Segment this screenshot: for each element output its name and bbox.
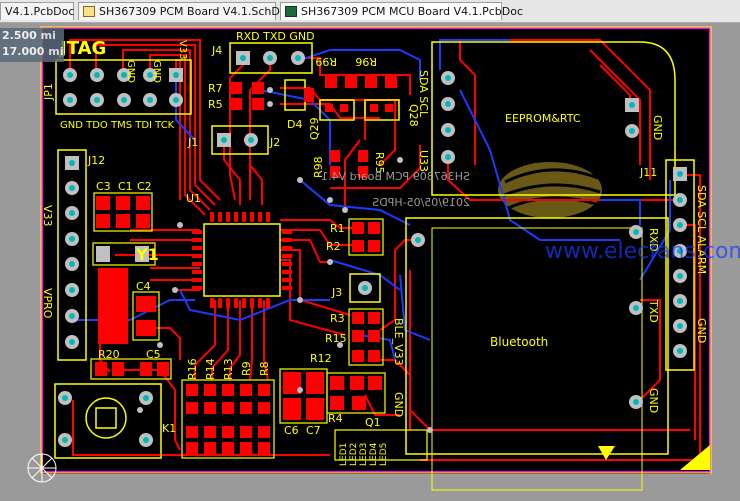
tab-label: V4.1.PcbDoc xyxy=(5,5,75,18)
j11-label: J11 xyxy=(639,166,657,179)
sda-scl-label: SDA SCL xyxy=(417,70,430,118)
r99-label: R99 xyxy=(315,55,337,68)
c2-label: C2 xyxy=(137,180,152,193)
jtag-label: JTAG xyxy=(58,38,106,59)
tab-label: SH367309 PCM MCU Board V4.1.PcbDoc xyxy=(301,5,524,18)
r3-label: R3 xyxy=(330,312,345,325)
c5-label: C5 xyxy=(146,348,161,361)
j4-pins[interactable] xyxy=(236,51,305,65)
led5-label: LED5 xyxy=(379,443,389,466)
pcb-canvas[interactable]: JTAG JP1 GND GND V33 GND TDO TMS TDI TCK… xyxy=(0,22,740,501)
j3-label: J3 xyxy=(331,286,342,299)
tab-pcb-doc-partial[interactable]: V4.1.PcbDoc xyxy=(0,2,74,20)
eeprom-rtc-label: EEPROM&RTC xyxy=(505,112,581,125)
r13-label: R13 xyxy=(222,358,235,380)
eeprom-gnd-label: GND xyxy=(651,115,664,140)
r16-label: R16 xyxy=(186,358,199,380)
r2-label: R2 xyxy=(326,240,341,253)
board-name-silk: SH367309 PCM Board V4.1 xyxy=(321,170,470,183)
tab-label: SH367309 PCM Board V4.1.SchDoc xyxy=(99,5,293,18)
bt-gnd-label: GND xyxy=(647,388,660,413)
watermark-text: www.elecfans.com xyxy=(545,239,740,264)
u33-label: U33 xyxy=(417,150,430,172)
c4-label: C4 xyxy=(136,280,151,293)
jtag-pin-labels: GND TDO TMS TDI TCK xyxy=(60,120,175,131)
c3-label: C3 xyxy=(96,180,111,193)
tab-mcu-pcb-doc[interactable]: SH367309 PCM MCU Board V4.1.PcbDoc xyxy=(280,2,523,20)
c7-label: C7 xyxy=(306,424,321,437)
u1-label: U1 xyxy=(186,192,201,205)
rxd-txd-gnd-label: RXD TXD GND xyxy=(236,30,315,43)
d4-label: D4 xyxy=(287,118,302,131)
led4-label: LED4 xyxy=(369,442,379,466)
r96-label: R96 xyxy=(355,55,377,68)
r7-label: R7 xyxy=(208,82,223,95)
j11-gnd-label: GND xyxy=(695,318,708,343)
j2-label: J2 xyxy=(269,136,280,149)
jtag-gnd-top1: GND xyxy=(125,60,136,83)
origin-marker xyxy=(27,453,57,483)
vpro-label: VPRO xyxy=(41,288,54,319)
jp1-label: JP1 xyxy=(42,83,55,101)
r8-label: R8 xyxy=(258,361,271,376)
led3-label: LED3 xyxy=(359,443,369,466)
y1-pad xyxy=(96,246,110,262)
k1-label: K1 xyxy=(162,422,176,435)
q1-gnd-label: GND xyxy=(392,392,405,417)
bluetooth-label: Bluetooth xyxy=(490,335,548,349)
tab-schematic-doc[interactable]: SH367309 PCM Board V4.1.SchDoc xyxy=(78,2,293,20)
led2-label: LED2 xyxy=(349,443,359,466)
y1-label: Y1 xyxy=(135,245,159,264)
txd-label: TXD xyxy=(647,299,660,323)
document-tab-bar: V4.1.PcbDoc SH367309 PCM Board V4.1.SchD… xyxy=(0,0,740,23)
cursor-y: 17.000 mi xyxy=(2,45,64,58)
cursor-x: 2.500 mi xyxy=(2,29,56,42)
ble-v33-label: BLE_V33 xyxy=(392,318,405,366)
v33-left-label: V33 xyxy=(41,205,54,227)
led1-label: LED1 xyxy=(339,443,349,466)
jtag-gnd-top2: GND xyxy=(151,60,162,83)
pcb-doc-icon xyxy=(285,6,297,17)
j1-label: J1 xyxy=(187,136,198,149)
jtag-v33-label: V33 xyxy=(177,40,188,60)
j12-label: J12 xyxy=(87,154,105,167)
r15-label: R15 xyxy=(325,332,347,345)
c1-label: C1 xyxy=(118,180,133,193)
q29-label: Q29 xyxy=(308,117,321,140)
sch-doc-icon xyxy=(83,6,95,17)
j4-label: J4 xyxy=(211,44,222,57)
r1-label: R1 xyxy=(330,222,345,235)
r4-label: R4 xyxy=(328,412,343,425)
r5-label: R5 xyxy=(208,98,223,111)
r12-label: R12 xyxy=(310,352,332,365)
r9-label: R9 xyxy=(240,361,253,376)
r14-label: R14 xyxy=(204,358,217,380)
q1-label: Q1 xyxy=(365,416,381,429)
c6-label: C6 xyxy=(284,424,299,437)
r20-label: R20 xyxy=(98,348,120,361)
board-date-silk: 2019/05/05-HPDS xyxy=(372,196,470,209)
cursor-coordinates: 2.500 mi 17.000 mi xyxy=(0,28,64,62)
